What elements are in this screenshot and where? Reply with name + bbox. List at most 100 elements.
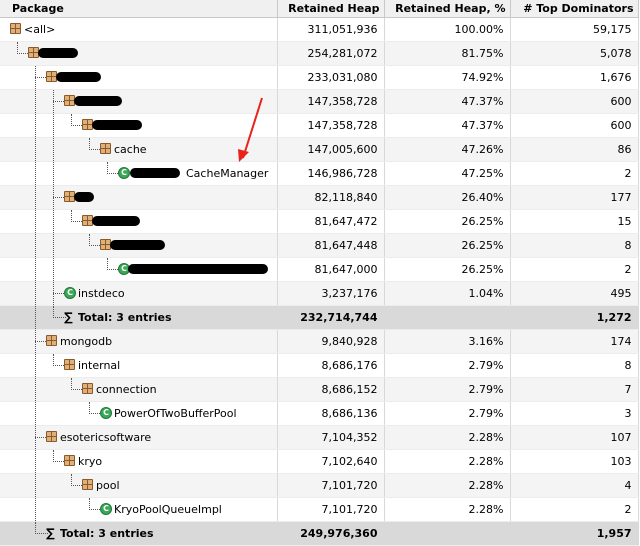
tree-node-label: PowerOfTwoBufferPool (114, 407, 237, 420)
retained-heap-cell: 81,647,448 (277, 233, 385, 258)
table-row[interactable]: 254,281,072 81.75% 5,078 (0, 41, 639, 66)
retained-pct-cell: 3.16% (384, 329, 511, 354)
table-row[interactable]: pool 7,101,720 2.28% 4 (0, 473, 639, 498)
column-header-retained-heap[interactable]: Retained Heap (277, 0, 385, 18)
column-header-retained-heap-pct[interactable]: Retained Heap, % (384, 0, 511, 18)
redaction-mark (74, 96, 122, 106)
retained-pct-cell: 81.75% (384, 41, 511, 66)
retained-heap-cell: 7,101,720 (277, 497, 385, 522)
table-row[interactable]: 233,031,080 74.92% 1,676 (0, 65, 639, 90)
table-row[interactable]: 81,647,448 26.25% 8 (0, 233, 639, 258)
top-dominators-cell: 600 (510, 89, 639, 114)
top-dominators-cell: 177 (510, 185, 639, 210)
tree-guide-line (35, 186, 36, 209)
top-dominators-cell: 107 (510, 425, 639, 450)
dominator-table: Package Retained Heap Retained Heap, % #… (0, 0, 639, 546)
table-row[interactable]: connection 8,686,152 2.79% 7 (0, 377, 639, 402)
table-row[interactable]: internal 8,686,176 2.79% 8 (0, 353, 639, 378)
retained-heap-cell: 147,005,600 (277, 137, 385, 162)
package-cell (0, 41, 278, 66)
table-row[interactable]: 82,118,840 26.40% 177 (0, 185, 639, 210)
package-icon (46, 431, 57, 442)
package-cell (0, 113, 278, 138)
package-cell: <all> (0, 17, 278, 42)
sum-icon: ∑ (46, 526, 55, 540)
package-icon (64, 359, 75, 370)
tree-node-label: CacheManager (186, 167, 269, 180)
redaction-mark (130, 168, 180, 178)
tree-guide-line (35, 90, 36, 113)
retained-pct-cell (384, 521, 511, 546)
retained-heap-cell: 233,031,080 (277, 65, 385, 90)
retained-heap-cell: 8,686,136 (277, 401, 385, 426)
retained-heap-cell: 147,358,728 (277, 113, 385, 138)
redaction-mark (92, 120, 142, 130)
table-row[interactable]: mongodb 9,840,928 3.16% 174 (0, 329, 639, 354)
table-row[interactable]: <all> 311,051,936 100.00% 59,175 (0, 17, 639, 42)
package-cell: mongodb (0, 329, 278, 354)
retained-pct-cell: 2.79% (384, 377, 511, 402)
table-row[interactable]: C PowerOfTwoBufferPool 8,686,136 2.79% 3 (0, 401, 639, 426)
package-icon (100, 143, 111, 154)
top-dominators-cell: 8 (510, 353, 639, 378)
total-row[interactable]: ∑ Total: 3 entries 249,976,360 1,957 (0, 521, 639, 546)
redaction-mark (128, 264, 268, 274)
column-header-package[interactable]: Package (0, 0, 278, 18)
top-dominators-cell: 1,272 (510, 305, 639, 330)
table-row[interactable]: 147,358,728 47.37% 600 (0, 113, 639, 138)
table-row[interactable]: esotericsoftware 7,104,352 2.28% 107 (0, 425, 639, 450)
package-cell: ∑ Total: 3 entries (0, 305, 278, 330)
tree-guide-line (53, 210, 54, 233)
retained-pct-cell: 47.26% (384, 137, 511, 162)
tree-guide-line (35, 354, 36, 377)
package-cell (0, 209, 278, 234)
retained-heap-cell: 232,714,744 (277, 305, 385, 330)
top-dominators-cell: 15 (510, 209, 639, 234)
top-dominators-cell: 8 (510, 233, 639, 258)
top-dominators-cell: 2 (510, 497, 639, 522)
retained-pct-cell: 26.40% (384, 185, 511, 210)
retained-heap-cell: 311,051,936 (277, 17, 385, 42)
redaction-mark (74, 192, 94, 202)
top-dominators-cell: 174 (510, 329, 639, 354)
table-row[interactable]: Cinstdeco 3,237,176 1.04% 495 (0, 281, 639, 306)
table-row[interactable]: C KryoPoolQueueImpl 7,101,720 2.28% 2 (0, 497, 639, 522)
tree-node-label: KryoPoolQueueImpl (114, 503, 222, 516)
tree-guide-line (35, 450, 36, 473)
retained-heap-cell: 3,237,176 (277, 281, 385, 306)
top-dominators-cell: 59,175 (510, 17, 639, 42)
retained-pct-cell: 26.25% (384, 233, 511, 258)
tree-node-label: <all> (24, 23, 56, 36)
table-row[interactable]: C 81,647,000 26.25% 2 (0, 257, 639, 282)
class-icon: C (100, 407, 112, 419)
total-label: Total: 3 entries (60, 527, 154, 540)
retained-pct-cell: 47.37% (384, 89, 511, 114)
column-header-top-dominators[interactable]: # Top Dominators (510, 0, 639, 18)
tree-node-label: esotericsoftware (60, 431, 152, 444)
table-row[interactable]: cache 147,005,600 47.26% 86 (0, 137, 639, 162)
package-icon (10, 23, 21, 34)
top-dominators-cell: 1,676 (510, 65, 639, 90)
retained-pct-cell: 2.79% (384, 353, 511, 378)
total-row[interactable]: ∑ Total: 3 entries 232,714,744 1,272 (0, 305, 639, 330)
package-cell: C KryoPoolQueueImpl (0, 497, 278, 522)
retained-pct-cell: 47.25% (384, 161, 511, 186)
tree-guide-line (35, 234, 36, 257)
tree-guide-line (35, 282, 36, 305)
class-icon: C (100, 503, 112, 515)
retained-heap-cell: 249,976,360 (277, 521, 385, 546)
top-dominators-cell: 1,957 (510, 521, 639, 546)
retained-pct-cell: 1.04% (384, 281, 511, 306)
top-dominators-cell: 495 (510, 281, 639, 306)
table-row[interactable]: 147,358,728 47.37% 600 (0, 89, 639, 114)
class-icon: C (118, 167, 130, 179)
table-row[interactable]: 81,647,472 26.25% 15 (0, 209, 639, 234)
table-row[interactable]: C CacheManager 146,986,728 47.25% 2 (0, 161, 639, 186)
redaction-mark (56, 72, 101, 82)
package-cell: Cinstdeco (0, 281, 278, 306)
retained-heap-cell: 8,686,152 (277, 377, 385, 402)
package-icon (82, 479, 93, 490)
tree-guide-line (35, 378, 36, 401)
table-row[interactable]: kryo 7,102,640 2.28% 103 (0, 449, 639, 474)
package-cell (0, 185, 278, 210)
